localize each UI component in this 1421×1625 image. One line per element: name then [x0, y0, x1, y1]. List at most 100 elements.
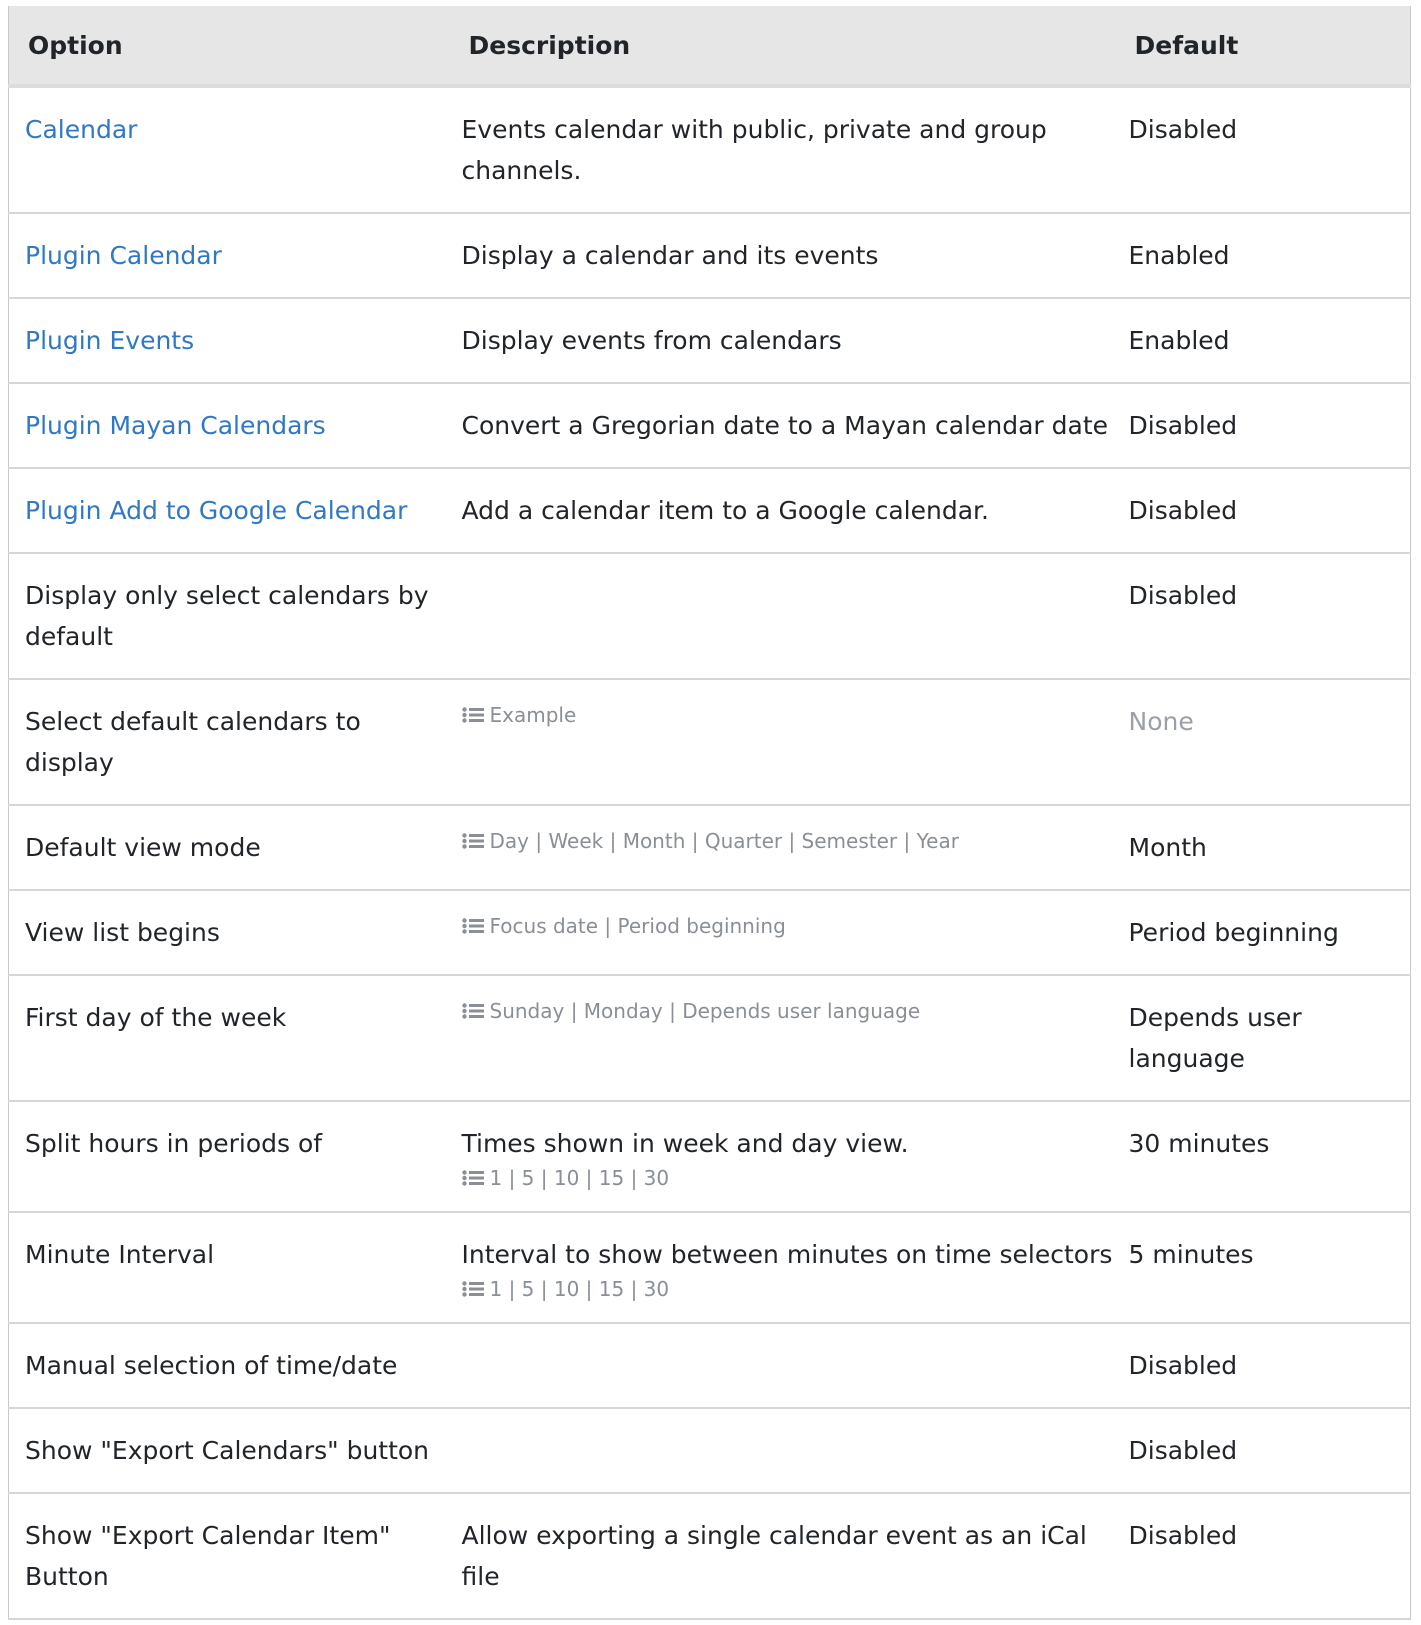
table-header-row: Option Description Default — [8, 6, 1411, 86]
table-row: Plugin Add to Google Calendar Add a calen… — [8, 468, 1411, 554]
default-cell: Month — [1116, 805, 1411, 891]
table-row: First day of the week Sunday | Monday | D… — [8, 975, 1411, 1102]
default-cell: Enabled — [1116, 298, 1411, 384]
option-cell: Display only select calendars by default — [8, 553, 450, 680]
option-label: Select default calendars to display — [25, 707, 361, 777]
default-value: 5 minutes — [1128, 1240, 1254, 1269]
default-value: Period beginning — [1128, 918, 1339, 947]
default-value: None — [1128, 707, 1194, 736]
default-cell: Period beginning — [1116, 890, 1411, 976]
table-header: Option Description Default — [8, 6, 1411, 86]
default-cell: 5 minutes — [1116, 1212, 1411, 1324]
option-link[interactable]: Plugin Calendar — [25, 241, 222, 270]
list-icon — [461, 915, 484, 934]
description-cell: Sunday | Monday | Depends user language — [449, 975, 1117, 1102]
options-list-text: Day | Week | Month | Quarter | Semester … — [489, 829, 959, 853]
description-cell: Times shown in week and day view. 1 | 5 |… — [449, 1101, 1117, 1213]
options-list: Example — [461, 703, 1117, 727]
default-value: Disabled — [1128, 411, 1238, 440]
options-list-text: 1 | 5 | 10 | 15 | 30 — [489, 1277, 670, 1301]
table-row: Display only select calendars by default… — [8, 553, 1411, 680]
default-value: Month — [1128, 833, 1207, 862]
default-cell: Disabled — [1116, 1323, 1411, 1409]
table-row: Plugin Mayan Calendars Convert a Gregoria… — [8, 383, 1411, 469]
description-text: Interval to show between minutes on time… — [461, 1240, 1113, 1269]
table-row: Plugin Events Display events from calenda… — [8, 298, 1411, 384]
description-cell: Example — [449, 679, 1117, 806]
description-cell: Display a calendar and its events — [449, 213, 1117, 299]
option-cell: Split hours in periods of — [8, 1101, 450, 1213]
options-list: Sunday | Monday | Depends user language — [461, 999, 1117, 1023]
options-list-text: 1 | 5 | 10 | 15 | 30 — [489, 1166, 670, 1190]
option-cell: View list begins — [8, 890, 450, 976]
table-row: Show "Export Calendars" button Disabled — [8, 1408, 1411, 1494]
option-cell: Manual selection of time/date — [8, 1323, 450, 1409]
description-cell: Day | Week | Month | Quarter | Semester … — [449, 805, 1117, 891]
description-cell: Add a calendar item to a Google calendar… — [449, 468, 1117, 554]
default-cell: None — [1116, 679, 1411, 806]
option-cell: Select default calendars to display — [8, 679, 450, 806]
option-cell: Calendar — [8, 86, 450, 214]
table-row: Plugin Calendar Display a calendar and it… — [8, 213, 1411, 299]
list-icon — [461, 830, 484, 849]
option-label: Display only select calendars by default — [25, 581, 429, 651]
default-cell: Disabled — [1116, 468, 1411, 554]
option-cell: Default view mode — [8, 805, 450, 891]
options-list: Day | Week | Month | Quarter | Semester … — [461, 829, 1117, 853]
default-cell: Disabled — [1116, 86, 1411, 214]
options-list-text: Example — [489, 703, 577, 727]
description-cell — [449, 553, 1117, 680]
default-value: Disabled — [1128, 496, 1238, 525]
list-icon — [461, 1167, 484, 1186]
options-list: 1 | 5 | 10 | 15 | 30 — [461, 1277, 1117, 1301]
default-value: Disabled — [1128, 581, 1238, 610]
description-cell: Events calendar with public, private and… — [449, 86, 1117, 214]
option-cell: Plugin Calendar — [8, 213, 450, 299]
description-cell: Convert a Gregorian date to a Mayan cale… — [449, 383, 1117, 469]
column-header-description: Description — [468, 30, 631, 60]
option-link[interactable]: Plugin Mayan Calendars — [25, 411, 326, 440]
default-cell: Depends user language — [1116, 975, 1411, 1102]
preferences-table: Option Description Default Calendar Event… — [8, 6, 1411, 1620]
option-link[interactable]: Calendar — [25, 115, 137, 144]
option-label: Manual selection of time/date — [25, 1351, 398, 1380]
description-cell: Display events from calendars — [449, 298, 1117, 384]
list-icon — [461, 1278, 484, 1297]
table-body: Calendar Events calendar with public, pri… — [8, 86, 1411, 1620]
options-list-text: Sunday | Monday | Depends user language — [489, 999, 921, 1023]
option-cell: Plugin Events — [8, 298, 450, 384]
option-cell: Show "Export Calendar Item" Button — [8, 1493, 450, 1620]
table-row: Split hours in periods of Times shown in … — [8, 1101, 1411, 1213]
option-label: Split hours in periods of — [25, 1129, 323, 1158]
table-row: Calendar Events calendar with public, pri… — [8, 86, 1411, 214]
preferences-table-container: Option Description Default Calendar Event… — [8, 6, 1411, 1620]
option-label: Minute Interval — [25, 1240, 215, 1269]
default-cell: Disabled — [1116, 383, 1411, 469]
option-cell: First day of the week — [8, 975, 450, 1102]
table-row: Default view mode Day | Week | Month | Qu… — [8, 805, 1411, 891]
option-cell: Plugin Mayan Calendars — [8, 383, 450, 469]
option-label: Default view mode — [25, 833, 261, 862]
table-row: View list begins Focus date | Period begi… — [8, 890, 1411, 976]
default-cell: Disabled — [1116, 1493, 1411, 1620]
option-link[interactable]: Plugin Events — [25, 326, 194, 355]
default-value: Disabled — [1128, 1351, 1238, 1380]
options-list-text: Focus date | Period beginning — [489, 914, 786, 938]
option-link[interactable]: Plugin Add to Google Calendar — [25, 496, 407, 525]
default-cell: Enabled — [1116, 213, 1411, 299]
options-list: 1 | 5 | 10 | 15 | 30 — [461, 1166, 1117, 1190]
description-text: Times shown in week and day view. — [461, 1129, 909, 1158]
description-cell — [449, 1408, 1117, 1494]
description-text: Add a calendar item to a Google calendar… — [461, 496, 989, 525]
default-value: Depends user language — [1128, 1003, 1302, 1073]
default-value: 30 minutes — [1128, 1129, 1270, 1158]
column-header-option: Option — [28, 30, 123, 60]
default-cell: 30 minutes — [1116, 1101, 1411, 1213]
description-text: Display events from calendars — [461, 326, 842, 355]
option-label: View list begins — [25, 918, 220, 947]
description-cell: Focus date | Period beginning — [449, 890, 1117, 976]
default-value: Disabled — [1128, 1436, 1238, 1465]
option-cell: Show "Export Calendars" button — [8, 1408, 450, 1494]
options-list: Focus date | Period beginning — [461, 914, 1117, 938]
default-value: Disabled — [1128, 1521, 1238, 1550]
